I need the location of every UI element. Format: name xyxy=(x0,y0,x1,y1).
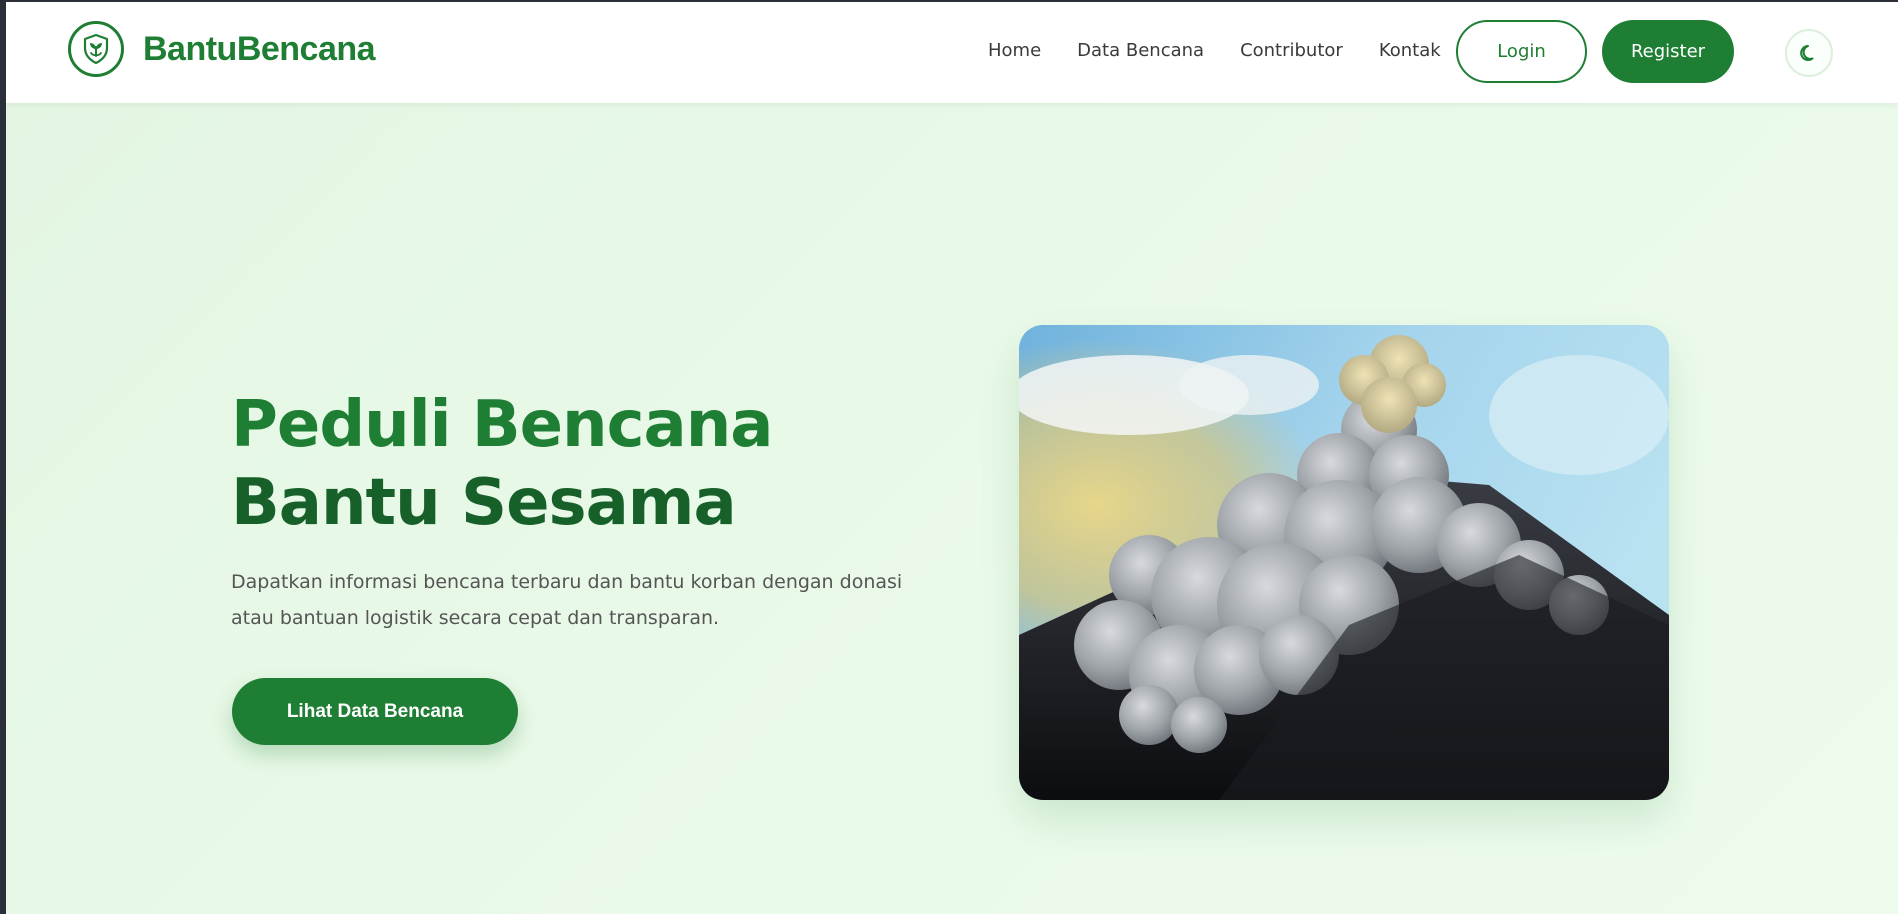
view-disaster-data-button[interactable]: Lihat Data Bencana xyxy=(232,678,518,745)
nav-link-kontak[interactable]: Kontak xyxy=(1379,40,1441,61)
nav-link-home[interactable]: Home xyxy=(988,40,1041,61)
nav-link-contributor[interactable]: Contributor xyxy=(1240,40,1343,61)
navbar: BantuBencana Home Data Bencana Contribut… xyxy=(6,2,1898,103)
brand-name: BantuBencana xyxy=(143,29,376,68)
hero-title-line1: Peduli Bencana xyxy=(231,388,773,462)
register-button[interactable]: Register xyxy=(1602,20,1734,83)
moon-icon xyxy=(1800,45,1814,61)
login-button[interactable]: Login xyxy=(1456,20,1587,83)
nav-link-data-bencana[interactable]: Data Bencana xyxy=(1077,40,1204,61)
hero-title-line2: Bantu Sesama xyxy=(231,466,737,540)
theme-toggle-button[interactable] xyxy=(1785,29,1833,77)
shield-leaf-icon xyxy=(68,21,124,77)
browser-viewport: BantuBencana Home Data Bencana Contribut… xyxy=(6,2,1898,914)
volcano-eruption-photo xyxy=(1019,325,1669,800)
hero-description: Dapatkan informasi bencana terbaru dan b… xyxy=(231,571,903,629)
hero-title: Peduli Bencana Bantu Sesama xyxy=(231,386,773,542)
brand[interactable]: BantuBencana xyxy=(68,21,376,77)
nav-links: Home Data Bencana Contributor Kontak xyxy=(988,40,1477,61)
